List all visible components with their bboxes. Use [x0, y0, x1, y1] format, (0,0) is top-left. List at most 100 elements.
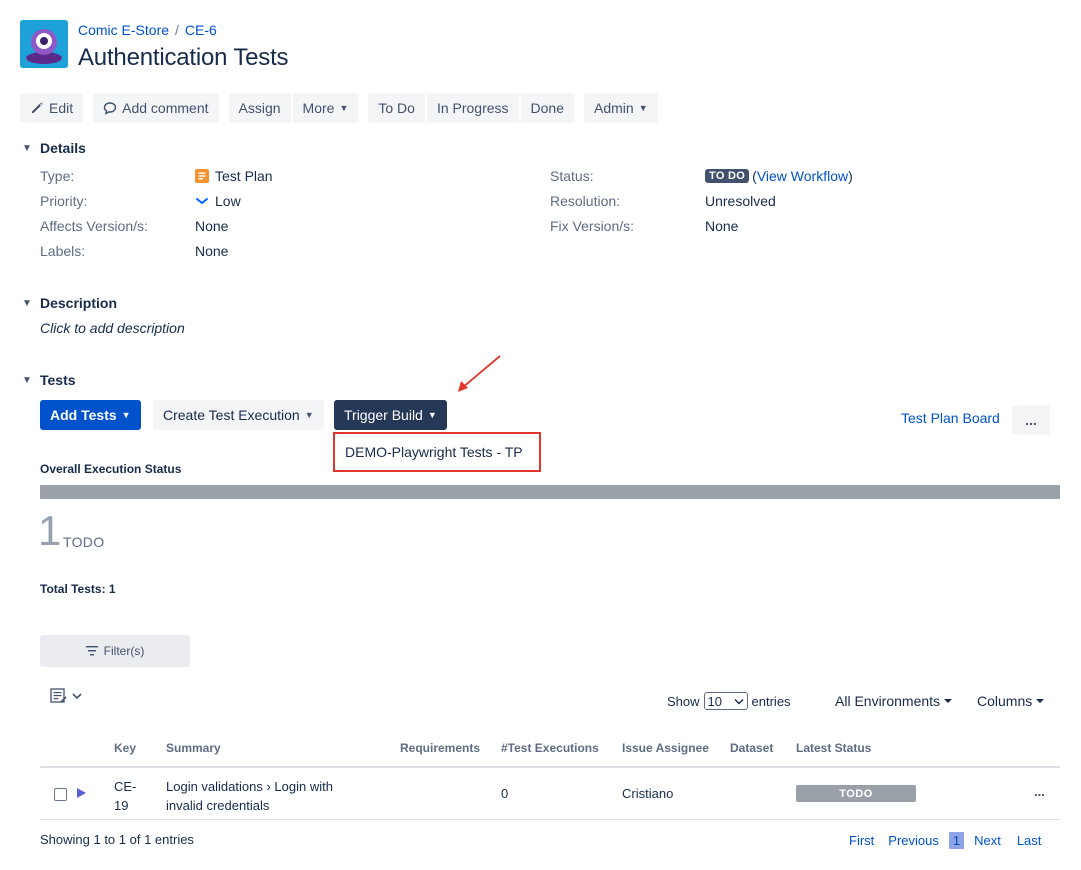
row-actions-icon[interactable]: ...	[1034, 784, 1045, 799]
chevron-down-icon: ▼	[22, 374, 32, 386]
trigger-build-label: Trigger Build	[344, 407, 423, 423]
column-header-latest-status[interactable]: Latest Status	[796, 741, 871, 755]
issue-toolbar: Edit Add comment Assign More ▼ To Do In …	[20, 93, 658, 123]
edit-button-label: Edit	[49, 100, 74, 116]
chevron-down-icon: ▼	[304, 410, 314, 420]
chevron-down-icon: ▼	[22, 297, 32, 309]
table-bottom-divider	[40, 819, 1060, 820]
pagination-last[interactable]: Last	[1007, 833, 1042, 848]
row-summary-link[interactable]: Login validations › Login with invalid c…	[166, 777, 333, 815]
more-button[interactable]: More ▼	[292, 93, 359, 123]
admin-button-label: Admin	[594, 100, 634, 116]
pagination-previous[interactable]: Previous	[880, 833, 949, 848]
description-section-toggle[interactable]: ▼ Description	[22, 295, 117, 311]
details-section-toggle[interactable]: ▼ Details	[22, 140, 86, 156]
column-header-issue-assignee[interactable]: Issue Assignee	[622, 741, 709, 755]
row-summary-line1: Login validations › Login with	[166, 779, 333, 794]
columns-dropdown[interactable]: Columns	[977, 693, 1045, 709]
labels-value: None	[195, 243, 229, 259]
pagination: First Previous 1 Next Last	[849, 832, 1041, 849]
breadcrumb-separator: /	[175, 22, 179, 38]
columns-dropdown-label: Columns	[977, 693, 1033, 709]
caret-down-icon	[1036, 699, 1045, 703]
edit-button[interactable]: Edit	[20, 93, 84, 123]
status-label: Status:	[550, 168, 594, 184]
chevron-down-icon: ▼	[427, 410, 437, 420]
ellipsis-icon: ...	[1025, 412, 1037, 428]
row-executions-count: 0	[501, 786, 509, 801]
row-assignee-link[interactable]: Cristiano	[622, 786, 673, 801]
description-placeholder[interactable]: Click to add description	[40, 320, 185, 336]
filters-button-label: Filter(s)	[103, 644, 145, 658]
pencil-icon	[32, 102, 43, 113]
tests-section-toggle[interactable]: ▼ Tests	[22, 372, 76, 388]
play-icon[interactable]	[75, 787, 87, 799]
workflow-group: To Do In Progress Done	[368, 93, 574, 123]
pagination-current-page[interactable]: 1	[948, 832, 965, 849]
breadcrumb-issue-link[interactable]: CE-6	[185, 22, 217, 38]
row-key-line2: 19	[114, 798, 129, 813]
assign-more-group: Assign More ▼	[228, 93, 359, 123]
filters-button[interactable]: Filter(s)	[40, 635, 190, 667]
column-header-requirements[interactable]: Requirements	[400, 741, 480, 755]
show-label: Show	[667, 693, 700, 709]
create-test-execution-button[interactable]: Create Test Execution ▼	[153, 400, 324, 430]
chevron-down-icon: ▼	[339, 103, 349, 113]
in-progress-button[interactable]: In Progress	[426, 93, 519, 123]
affects-version-label: Affects Version/s:	[40, 218, 148, 234]
more-actions-button[interactable]: ...	[1012, 405, 1050, 435]
type-value: Test Plan	[195, 168, 273, 184]
show-entries-control: Show 10 entries	[667, 692, 791, 710]
details-heading: Details	[40, 140, 86, 156]
list-edit-icon	[50, 688, 67, 703]
entries-select-value: 10	[707, 693, 722, 709]
entries-select[interactable]: 10	[703, 692, 748, 710]
view-workflow-link[interactable]: View Workflow	[757, 168, 848, 184]
filter-icon	[85, 646, 98, 656]
execution-status-bar	[40, 485, 1060, 499]
breadcrumb-project-link[interactable]: Comic E-Store	[78, 22, 169, 38]
status-value: TO DO (View Workflow)	[705, 168, 853, 184]
priority-value: Low	[195, 193, 241, 209]
type-value-text: Test Plan	[215, 168, 273, 184]
priority-value-text: Low	[215, 193, 241, 209]
column-chooser[interactable]	[50, 688, 82, 704]
chevron-down-icon: ▼	[22, 142, 32, 154]
add-tests-button-label: Add Tests	[50, 407, 117, 423]
status-badge: TO DO	[705, 169, 750, 183]
description-heading: Description	[40, 295, 118, 311]
column-header-summary[interactable]: Summary	[166, 741, 221, 755]
entries-label: entries	[751, 693, 791, 709]
project-avatar[interactable]	[20, 20, 68, 68]
admin-button[interactable]: Admin ▼	[584, 93, 658, 123]
affects-version-value: None	[195, 218, 229, 234]
test-plan-board-link[interactable]: Test Plan Board	[901, 410, 1000, 426]
trigger-build-menu-item[interactable]: DEMO-Playwright Tests - TP	[333, 432, 541, 472]
row-key-link[interactable]: CE- 19	[114, 777, 136, 815]
to-do-button[interactable]: To Do	[368, 93, 425, 123]
row-select-checkbox[interactable]	[54, 788, 67, 801]
column-header-dataset[interactable]: Dataset	[730, 741, 773, 755]
annotation-arrow-icon	[458, 355, 501, 392]
chevron-down-icon: ▼	[121, 410, 131, 420]
chevron-down-icon: ▼	[638, 103, 648, 113]
column-header-key[interactable]: Key	[114, 741, 136, 755]
row-summary-line2: invalid credentials	[166, 798, 270, 813]
done-button[interactable]: Done	[520, 93, 574, 123]
row-status-badge: TODO	[796, 785, 916, 802]
pagination-first[interactable]: First	[849, 833, 880, 848]
environments-dropdown[interactable]: All Environments	[835, 693, 953, 709]
view-workflow-paren-close: )	[848, 168, 853, 184]
add-comment-button[interactable]: Add comment	[93, 93, 219, 123]
chevron-down-icon	[72, 693, 82, 700]
total-tests: Total Tests: 1	[40, 582, 116, 596]
page-title: Authentication Tests	[78, 44, 289, 71]
assign-button[interactable]: Assign	[228, 93, 291, 123]
resolution-label: Resolution:	[550, 193, 621, 209]
overall-execution-status-label: Overall Execution Status	[40, 462, 182, 476]
column-header-test-executions[interactable]: #Test Executions	[501, 741, 599, 755]
trigger-build-button[interactable]: Trigger Build ▼	[334, 400, 447, 430]
comment-icon	[103, 102, 117, 115]
pagination-next[interactable]: Next	[964, 833, 1007, 848]
add-tests-button[interactable]: Add Tests ▼	[40, 400, 141, 430]
